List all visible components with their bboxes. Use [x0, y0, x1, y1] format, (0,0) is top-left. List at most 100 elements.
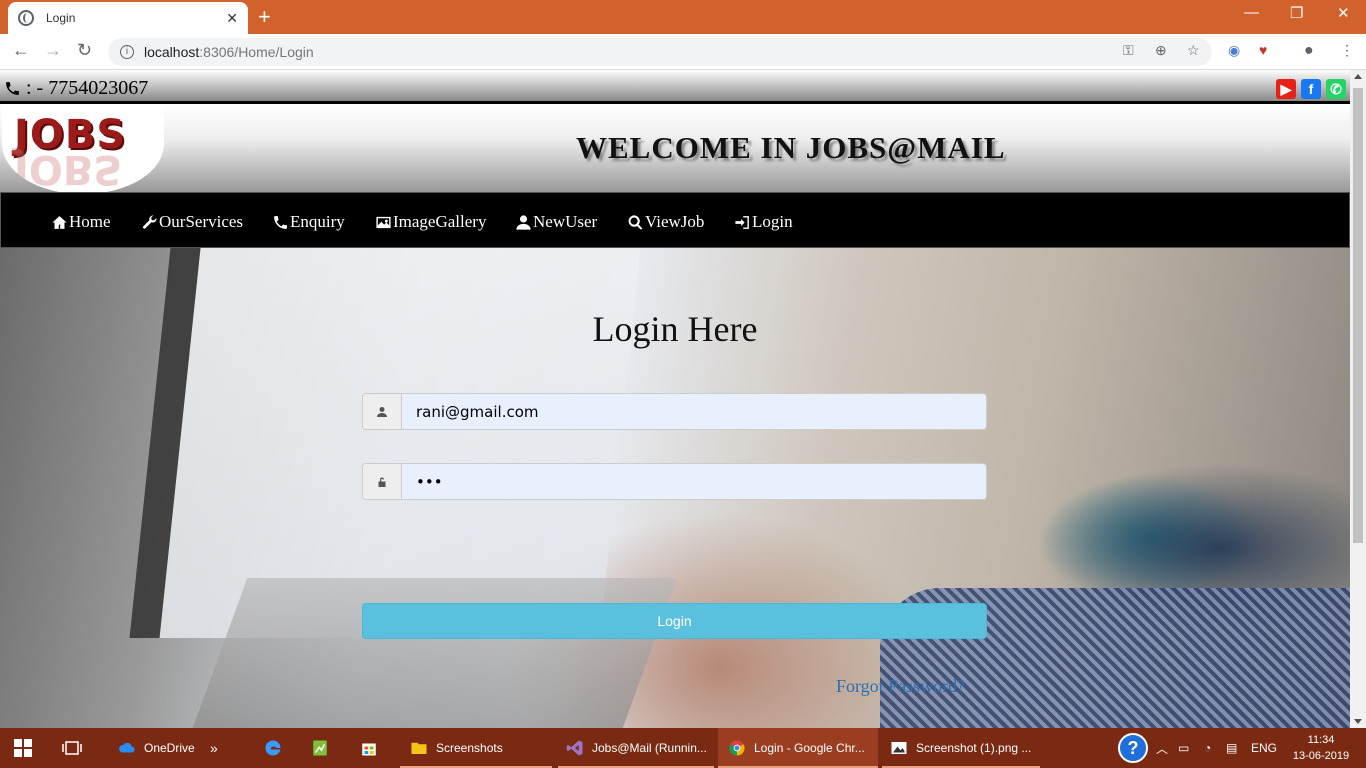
nav-newuser[interactable]: NewUser: [515, 212, 597, 232]
youtube-icon[interactable]: ▶: [1276, 79, 1296, 99]
windows-icon: [14, 739, 32, 757]
tab-title: Login: [46, 11, 76, 25]
photos-icon: [891, 742, 907, 754]
taskbar-onedrive[interactable]: OneDrive: [118, 728, 195, 768]
phone-icon: [6, 82, 19, 95]
url-text: localhost:8306/Home/Login: [144, 44, 314, 60]
nav-enquiry[interactable]: Enquiry: [272, 212, 345, 232]
new-tab-button[interactable]: +: [258, 4, 271, 30]
facebook-icon[interactable]: f: [1301, 79, 1321, 99]
unlock-icon: [363, 464, 402, 499]
nav-imagegallery[interactable]: ImageGallery: [375, 212, 486, 232]
nav-viewjob[interactable]: ViewJob: [627, 212, 704, 232]
key-icon[interactable]: ⚿: [1123, 42, 1134, 59]
star-icon[interactable]: ☆: [1187, 42, 1200, 59]
speaker-icon[interactable]: ▤: [1226, 728, 1237, 768]
start-button[interactable]: [14, 728, 32, 768]
info-icon[interactable]: i: [120, 45, 134, 59]
contact-strip: : - 7754023067 ▶ f ✆: [0, 70, 1350, 104]
taskbar-screenshots[interactable]: Screenshots: [400, 728, 552, 768]
taskbar-visual-studio[interactable]: Jobs@Mail (Runnin...: [558, 728, 714, 768]
taskbar-notepad[interactable]: [311, 728, 337, 768]
globe-icon: [18, 10, 34, 26]
tray-chevron-icon[interactable]: ︿: [1156, 728, 1168, 768]
nav-login-label: Login: [752, 212, 793, 231]
page-content: : - 7754023067 ▶ f ✆ JOBS JOBS WELCOME I…: [0, 70, 1350, 728]
jobs-logo[interactable]: JOBS JOBS: [2, 104, 164, 194]
taskbar-chrome[interactable]: Login - Google Chr...: [718, 728, 878, 768]
background-keyboard: [192, 578, 678, 728]
site-header: JOBS JOBS WELCOME IN JOBS@MAIL: [0, 104, 1350, 194]
nav-imagegallery-label: ImageGallery: [393, 212, 487, 231]
phone-contact: : - 7754023067: [4, 77, 148, 100]
phone-number: : - 7754023067: [26, 77, 149, 99]
logo-reflection: JOBS: [14, 146, 123, 192]
scrollbar-thumb[interactable]: [1353, 88, 1363, 543]
folder-icon: [411, 742, 427, 754]
screenshots-label: Screenshots: [436, 741, 503, 755]
restore-button[interactable]: ❐: [1290, 4, 1303, 22]
user-icon: [363, 394, 402, 429]
taskbar-screenshot-file[interactable]: Screenshot (1).png ...: [882, 728, 1040, 768]
cloud-icon: [119, 742, 135, 753]
screenshot-file-label: Screenshot (1).png ...: [916, 741, 1032, 755]
language-indicator[interactable]: ENG: [1251, 728, 1277, 768]
help-icon[interactable]: ?: [1118, 728, 1148, 768]
chrome-label: Login - Google Chr...: [754, 741, 865, 755]
taskbar-clock[interactable]: 11:34 13-06-2019: [1290, 732, 1352, 764]
extension-icon-2[interactable]: ♥: [1259, 42, 1267, 58]
nav-home[interactable]: Home: [51, 212, 111, 232]
user-icon: [516, 214, 531, 230]
nav-ourservices-label: OurServices: [159, 212, 244, 231]
clock-time: 11:34: [1307, 734, 1335, 746]
nav-newuser-label: NewUser: [533, 212, 598, 231]
tab-close-icon[interactable]: ✕: [226, 10, 238, 27]
zoom-icon[interactable]: ⊕: [1155, 42, 1167, 59]
whatsapp-icon[interactable]: ✆: [1326, 79, 1346, 99]
scroll-up-icon[interactable]: [1354, 74, 1362, 79]
edge-icon: [265, 740, 281, 756]
password-field[interactable]: [402, 464, 986, 499]
profile-icon[interactable]: ●: [1304, 42, 1314, 60]
onedrive-label: OneDrive: [144, 741, 195, 755]
taskbar-store[interactable]: [360, 728, 386, 768]
windows-taskbar: OneDrive » Screenshots Jobs@Mail (Runnin…: [0, 728, 1366, 768]
browser-tab-login[interactable]: Login ✕: [8, 2, 248, 34]
scroll-down-icon[interactable]: [1354, 719, 1362, 724]
battery-icon[interactable]: ▭: [1178, 728, 1189, 768]
page-scrollbar[interactable]: [1350, 70, 1366, 728]
email-field[interactable]: [402, 394, 986, 429]
reload-icon[interactable]: ↻: [77, 40, 92, 61]
notepad-icon: [313, 740, 327, 756]
email-input-group: [362, 393, 987, 430]
browser-titlebar: Login ✕ + — ❐ ✕: [0, 0, 1366, 34]
login-icon: [735, 215, 749, 229]
store-icon: [362, 743, 376, 756]
login-button[interactable]: Login: [362, 603, 987, 639]
back-arrow-icon[interactable]: ←: [12, 40, 30, 61]
clock-date: 13-06-2019: [1292, 750, 1350, 762]
nav-viewjob-label: ViewJob: [645, 212, 705, 231]
visual-studio-label: Jobs@Mail (Runnin...: [592, 741, 707, 755]
nav-home-label: Home: [69, 212, 111, 231]
browser-toolbar: ← → ↻ i localhost:8306/Home/Login ⚿ ⊕ ☆ …: [0, 34, 1366, 70]
extension-icon[interactable]: ◉: [1228, 42, 1240, 59]
task-view-button[interactable]: [62, 728, 82, 768]
task-view-icon: [62, 741, 82, 755]
close-window-button[interactable]: ✕: [1337, 4, 1350, 22]
menu-icon[interactable]: ⋮: [1340, 42, 1354, 59]
minimize-button[interactable]: —: [1244, 4, 1259, 21]
picture-icon: [376, 216, 391, 228]
forward-arrow-icon[interactable]: →: [44, 40, 62, 61]
taskbar-overflow[interactable]: »: [210, 728, 218, 768]
phone-icon: [274, 215, 287, 229]
chrome-icon: [729, 740, 745, 756]
welcome-heading: WELCOME IN JOBS@MAIL: [576, 130, 1006, 165]
wifi-icon[interactable]: ◔: [1204, 728, 1211, 768]
address-bar[interactable]: i localhost:8306/Home/Login: [108, 38, 1212, 66]
nav-login[interactable]: Login: [734, 212, 793, 232]
taskbar-edge[interactable]: [264, 728, 290, 768]
nav-ourservices[interactable]: OurServices: [141, 212, 243, 232]
password-input-group: [362, 463, 987, 500]
forgot-password-link[interactable]: Forgot Password?: [836, 676, 965, 697]
